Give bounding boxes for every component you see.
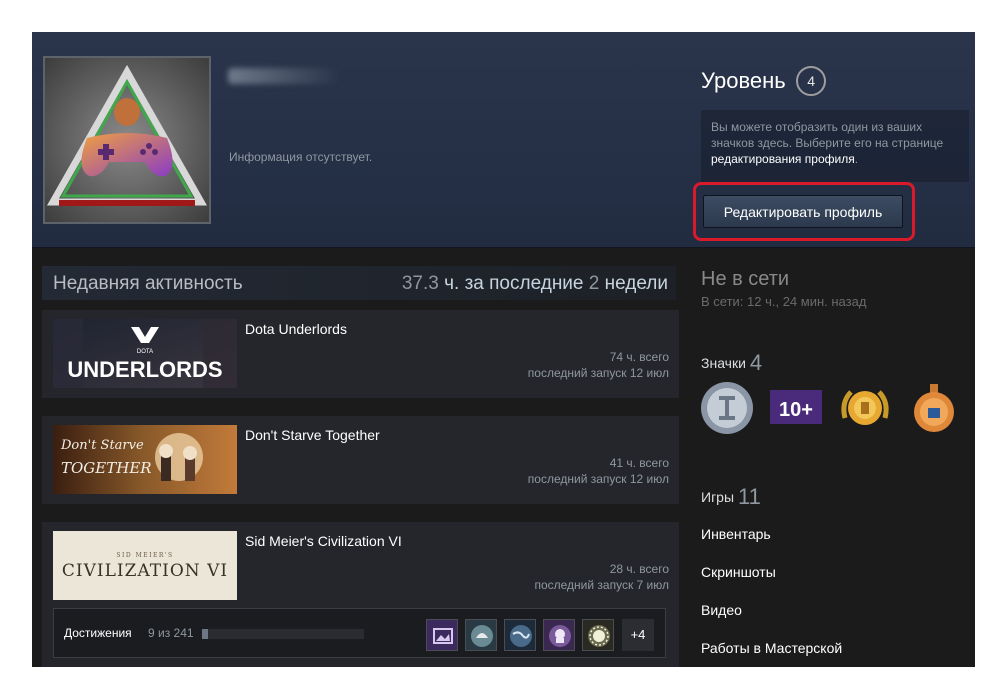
profile-name-blurred	[228, 68, 340, 84]
edit-profile-button[interactable]: Редактировать профиль	[703, 195, 903, 228]
last-online: В сети: 12 ч., 24 мин. назад	[701, 294, 867, 309]
game-last-played: последний запуск 12 июл	[527, 472, 669, 486]
game-capsule-civilization-vi[interactable]: SID MEIER'S CIVILIZATION VI	[53, 531, 237, 600]
badge-potion-icon[interactable]	[906, 380, 962, 436]
edit-profile-link[interactable]: редактирования профиля	[711, 152, 855, 166]
capsule-sub-dota: DOTA	[137, 349, 153, 355]
achievement-icon-shield[interactable]	[465, 619, 497, 651]
games-label: Игры	[701, 489, 735, 505]
level-label: Уровень	[701, 68, 786, 93]
level-block: Уровень 4	[701, 66, 827, 96]
badge-years-text: 10+	[779, 399, 813, 421]
achievements-count: 9 из 241	[148, 626, 194, 640]
capsule-text-dota: UNDERLORDS	[67, 357, 222, 382]
achievement-icon-mask[interactable]	[543, 619, 575, 651]
game-hours: 41 ч. всего	[609, 456, 669, 470]
achievement-icon-globe[interactable]	[504, 619, 536, 651]
badges-label: Значки	[701, 355, 746, 371]
game-last-played: последний запуск 7 июл	[534, 578, 669, 592]
game-card-dota-underlords: DOTA UNDERLORDS Dota Underlords 74 ч. вс…	[42, 310, 679, 398]
videos-link[interactable]: Видео	[701, 602, 742, 618]
capsule-sub-civ: SID MEIER'S	[116, 552, 173, 559]
capsule-sub-dst: TOGETHER	[61, 459, 152, 477]
badges-link[interactable]: Значки 4	[701, 350, 762, 376]
game-name[interactable]: Don't Starve Together	[245, 427, 380, 443]
capsule-text-dst: Don't Starve	[60, 438, 144, 453]
achievements-bar[interactable]: Достижения 9 из 241 +4	[53, 608, 666, 658]
achievements-progress-fill	[202, 629, 208, 639]
game-card-dont-starve-together: Don't Starve TOGETHER Don't Starve Toget…	[42, 416, 679, 504]
achievements-more-button[interactable]: +4	[622, 619, 654, 651]
game-capsule-dota-underlords[interactable]: DOTA UNDERLORDS	[53, 319, 237, 388]
screenshots-link[interactable]: Скриншоты	[701, 564, 776, 580]
hours-number: 37.3	[401, 273, 439, 294]
recent-activity-header: Недавняя активность 37.3 ч. за последние…	[42, 266, 676, 300]
hours-mid: ч. за последние	[438, 273, 589, 294]
achievements-progress	[202, 629, 364, 639]
inventory-link[interactable]: Инвентарь	[701, 526, 771, 542]
badge-years-icon[interactable]: 10+	[768, 380, 824, 436]
recent-activity-hours: 37.3 ч. за последние 2 недели	[402, 273, 668, 295]
recent-activity-title: Недавняя активность	[53, 273, 243, 294]
avatar[interactable]	[43, 56, 211, 224]
game-capsule-dont-starve-together[interactable]: Don't Starve TOGETHER	[53, 425, 237, 494]
games-count: 11	[738, 484, 761, 509]
game-card-civilization-vi: SID MEIER'S CIVILIZATION VI Sid Meier's …	[42, 522, 679, 667]
weeks-number: 2	[588, 273, 600, 294]
game-hours: 74 ч. всего	[609, 350, 669, 364]
achievement-icon-portrait[interactable]	[426, 619, 458, 651]
games-link[interactable]: Игры 11	[701, 484, 761, 510]
online-status: Не в сети	[701, 268, 790, 290]
game-hours: 28 ч. всего	[609, 562, 669, 576]
badges-count: 4	[749, 350, 763, 375]
workshop-link[interactable]: Работы в Мастерской	[701, 640, 842, 656]
achievements-label: Достижения	[64, 626, 132, 640]
level-badge[interactable]: 4	[796, 66, 827, 96]
achievement-icon-sun[interactable]	[582, 619, 614, 651]
hours-end: недели	[599, 273, 668, 294]
badge-gold-laurel-icon[interactable]	[837, 380, 893, 436]
game-last-played: последний запуск 12 июл	[527, 366, 669, 380]
profile-summary: Информация отсутствует.	[229, 150, 373, 164]
profile-page: Информация отсутствует. Уровень 4 Вы мож…	[32, 32, 975, 667]
profile-header: Информация отсутствует. Уровень 4 Вы мож…	[32, 32, 975, 248]
badge-hint-end: .	[854, 152, 859, 166]
badge-hint: Вы можете отобразить один из ваших значк…	[701, 110, 969, 182]
badge-silver-icon[interactable]	[699, 380, 755, 436]
capsule-text-civ: CIVILIZATION VI	[62, 561, 228, 581]
game-name[interactable]: Dota Underlords	[245, 321, 347, 337]
badge-hint-text: Вы можете отобразить один из ваших значк…	[711, 120, 944, 150]
game-name[interactable]: Sid Meier's Civilization VI	[245, 533, 402, 549]
